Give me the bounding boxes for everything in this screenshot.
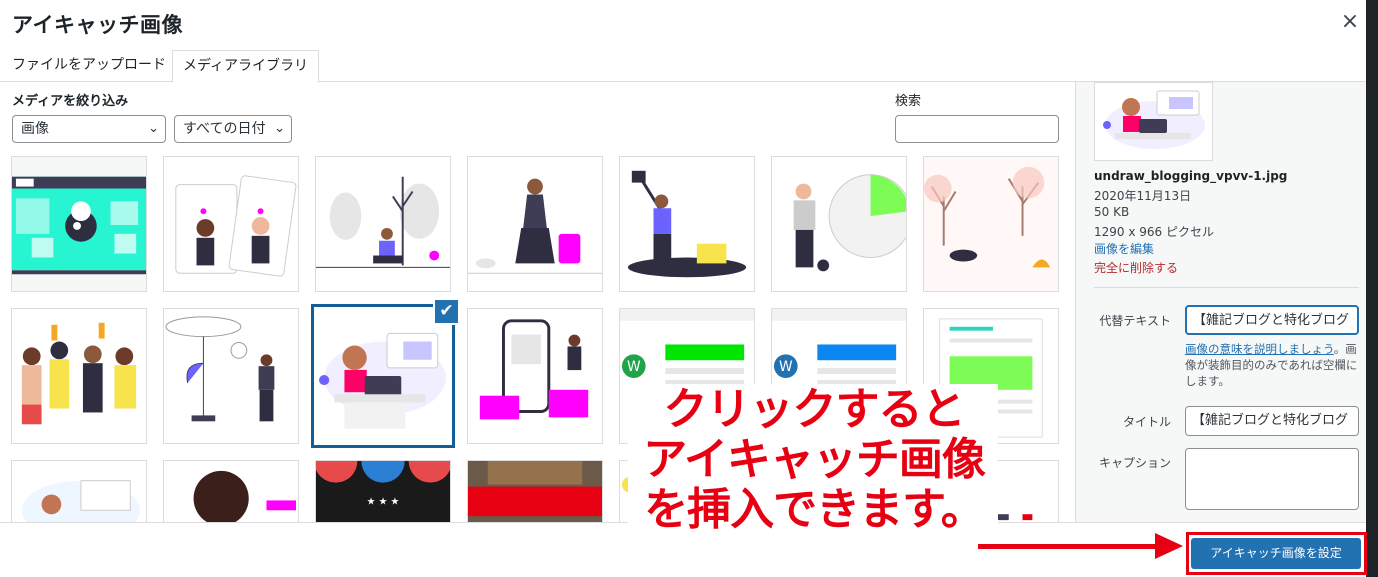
media-item-selected[interactable] bbox=[311, 304, 455, 448]
media-item[interactable] bbox=[619, 156, 755, 292]
media-item[interactable] bbox=[315, 156, 451, 292]
media-item[interactable] bbox=[771, 156, 907, 292]
media-item[interactable] bbox=[467, 156, 603, 292]
caption-textarea[interactable] bbox=[1185, 448, 1359, 510]
delete-permanently-link[interactable]: 完全に削除する bbox=[1094, 259, 1178, 276]
arrow-right-icon bbox=[1155, 533, 1183, 559]
annotation-line-3: を挿入できます。 bbox=[644, 484, 985, 535]
caption-label: キャプション bbox=[1098, 456, 1171, 470]
date-select[interactable]: すべての日付 ⌄ bbox=[174, 115, 292, 143]
close-icon[interactable]: × bbox=[1338, 10, 1362, 34]
svg-text:W: W bbox=[779, 359, 793, 375]
annotation-line-1: クリックすると bbox=[663, 384, 966, 435]
chevron-down-icon: ⌄ bbox=[274, 121, 285, 136]
media-item[interactable] bbox=[467, 460, 603, 522]
attachment-size: 50 KB bbox=[1094, 205, 1130, 219]
media-item[interactable] bbox=[467, 308, 603, 444]
date-value: すべての日付 bbox=[183, 121, 266, 137]
media-item[interactable] bbox=[11, 460, 147, 522]
media-item[interactable] bbox=[163, 460, 299, 522]
attachment-date: 2020年11月13日 bbox=[1094, 189, 1192, 203]
annotation-highlight-box bbox=[1186, 532, 1367, 575]
attachment-dimensions: 1290 x 966 ピクセル bbox=[1094, 225, 1214, 239]
svg-text:W: W bbox=[627, 359, 641, 375]
svg-text:★ ★ ★: ★ ★ ★ bbox=[367, 496, 400, 507]
alt-text-help: 画像の意味を説明しましょう。画像が装飾目的のみであれば空欄にします。 bbox=[1185, 341, 1363, 389]
title-label: タイトル bbox=[1122, 415, 1171, 429]
modal-title: アイキャッチ画像 bbox=[12, 13, 183, 37]
filter-label: メディアを絞り込み bbox=[12, 94, 129, 109]
chevron-down-icon: ⌄ bbox=[148, 121, 159, 136]
attachment-details: undraw_blogging_vpvv-1.jpg 2020年11月13日 5… bbox=[1075, 82, 1366, 522]
browser-edge bbox=[1366, 0, 1378, 577]
title-input[interactable]: 【雑記ブログと特化ブログ bbox=[1185, 406, 1359, 436]
annotation-arrow-line bbox=[978, 544, 1160, 549]
media-item[interactable] bbox=[163, 156, 299, 292]
divider bbox=[1094, 287, 1359, 288]
tab-media-library[interactable]: メディアライブラリ bbox=[172, 50, 320, 83]
media-type-value: 画像 bbox=[21, 121, 49, 137]
media-item[interactable] bbox=[11, 308, 147, 444]
alt-text-help-link[interactable]: 画像の意味を説明しましょう bbox=[1185, 342, 1334, 356]
media-item[interactable] bbox=[11, 156, 147, 292]
annotation-line-2: アイキャッチ画像 bbox=[643, 434, 986, 485]
search-label: 検索 bbox=[895, 94, 922, 109]
attachment-thumbnail bbox=[1094, 82, 1213, 161]
media-item[interactable] bbox=[923, 156, 1059, 292]
media-type-select[interactable]: 画像 ⌄ bbox=[12, 115, 166, 143]
alt-text-input[interactable]: 【雑記ブログと特化ブログ bbox=[1185, 305, 1359, 335]
tab-bar: ファイルをアップロード メディアライブラリ bbox=[0, 44, 1366, 83]
edit-image-link[interactable]: 画像を編集 bbox=[1094, 240, 1154, 257]
search-input[interactable] bbox=[895, 115, 1059, 143]
checkmark-icon[interactable]: ✔ bbox=[433, 298, 460, 325]
alt-text-label: 代替テキスト bbox=[1099, 314, 1171, 328]
tab-upload[interactable]: ファイルをアップロード bbox=[2, 50, 176, 83]
media-item[interactable]: ★ ★ ★ bbox=[315, 460, 451, 522]
media-item[interactable] bbox=[163, 308, 299, 444]
attachment-filename: undraw_blogging_vpvv-1.jpg bbox=[1094, 169, 1288, 183]
